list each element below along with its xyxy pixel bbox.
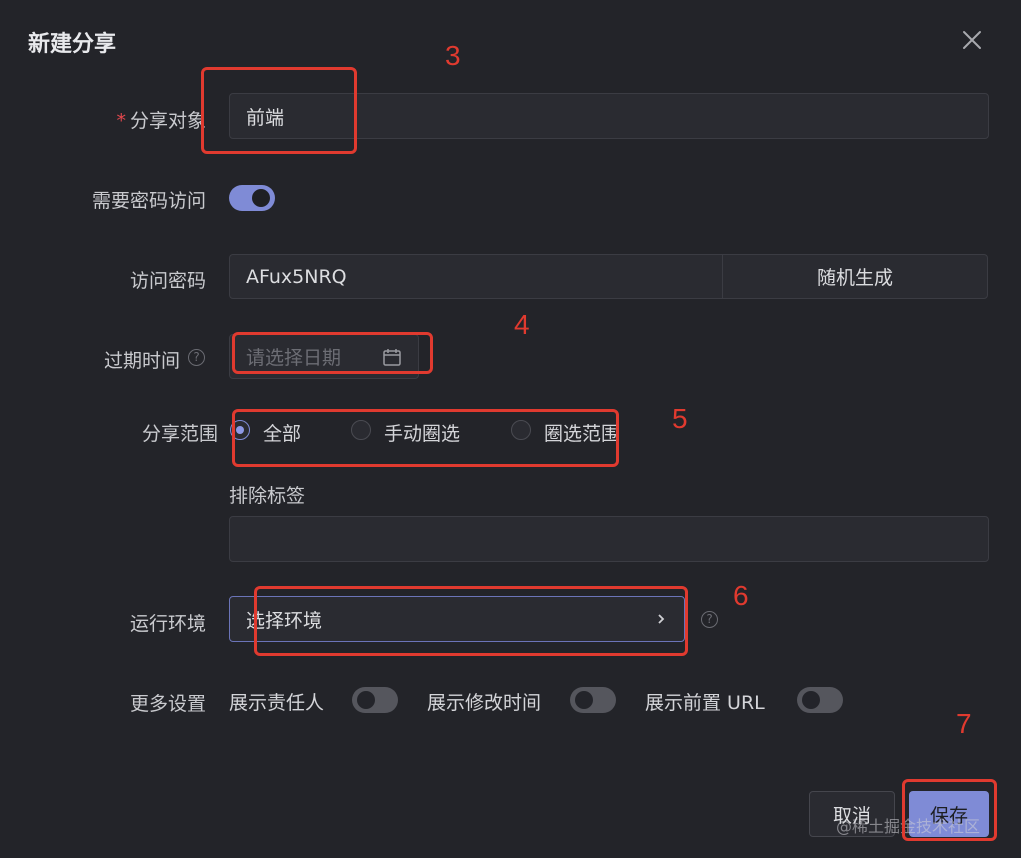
environment-help-icon[interactable]: ?	[701, 611, 718, 628]
show-prefix-url-toggle[interactable]	[797, 687, 843, 713]
password-label: 访问密码	[129, 270, 206, 292]
toggle-knob	[252, 189, 270, 207]
annotation-number-5: 5	[672, 403, 688, 434]
more-settings-label: 更多设置	[129, 693, 206, 715]
required-mark: *	[116, 110, 126, 132]
annotation-box-5	[232, 409, 619, 467]
password-input[interactable]: AFux5NRQ	[229, 254, 723, 299]
show-prefix-url-label: 展示前置 URL	[645, 692, 765, 714]
scope-label: 分享范围	[141, 423, 218, 445]
generate-password-button[interactable]: 随机生成	[722, 254, 988, 299]
show-owner-label: 展示责任人	[229, 692, 325, 714]
password-toggle[interactable]	[229, 185, 275, 211]
share-target-label-text: 分享对象	[129, 110, 206, 132]
password-value: AFux5NRQ	[246, 265, 347, 288]
exclude-tags-input[interactable]	[229, 516, 989, 562]
annotation-number-3: 3	[445, 40, 461, 71]
password-toggle-label: 需要密码访问	[91, 190, 206, 212]
dialog-title: 新建分享	[28, 32, 117, 57]
share-target-label: * 分享对象	[60, 106, 206, 133]
close-icon[interactable]	[960, 28, 984, 52]
show-modified-time-toggle[interactable]	[570, 687, 616, 713]
annotation-number-4: 4	[514, 309, 530, 340]
toggle-knob	[357, 691, 375, 709]
annotation-box-7	[902, 779, 997, 841]
expiry-label: 过期时间	[103, 350, 180, 372]
annotation-box-3	[201, 67, 357, 154]
annotation-number-6: 6	[733, 580, 749, 611]
show-owner-toggle[interactable]	[352, 687, 398, 713]
annotation-number-7: 7	[956, 708, 972, 739]
toggle-knob	[802, 691, 820, 709]
environment-label: 运行环境	[129, 613, 206, 635]
annotation-box-6	[254, 586, 688, 656]
annotation-box-4	[232, 332, 433, 374]
show-modified-time-label: 展示修改时间	[427, 692, 542, 714]
toggle-knob	[575, 691, 593, 709]
exclude-tags-label: 排除标签	[229, 485, 306, 507]
expiry-help-icon[interactable]: ?	[188, 349, 205, 366]
